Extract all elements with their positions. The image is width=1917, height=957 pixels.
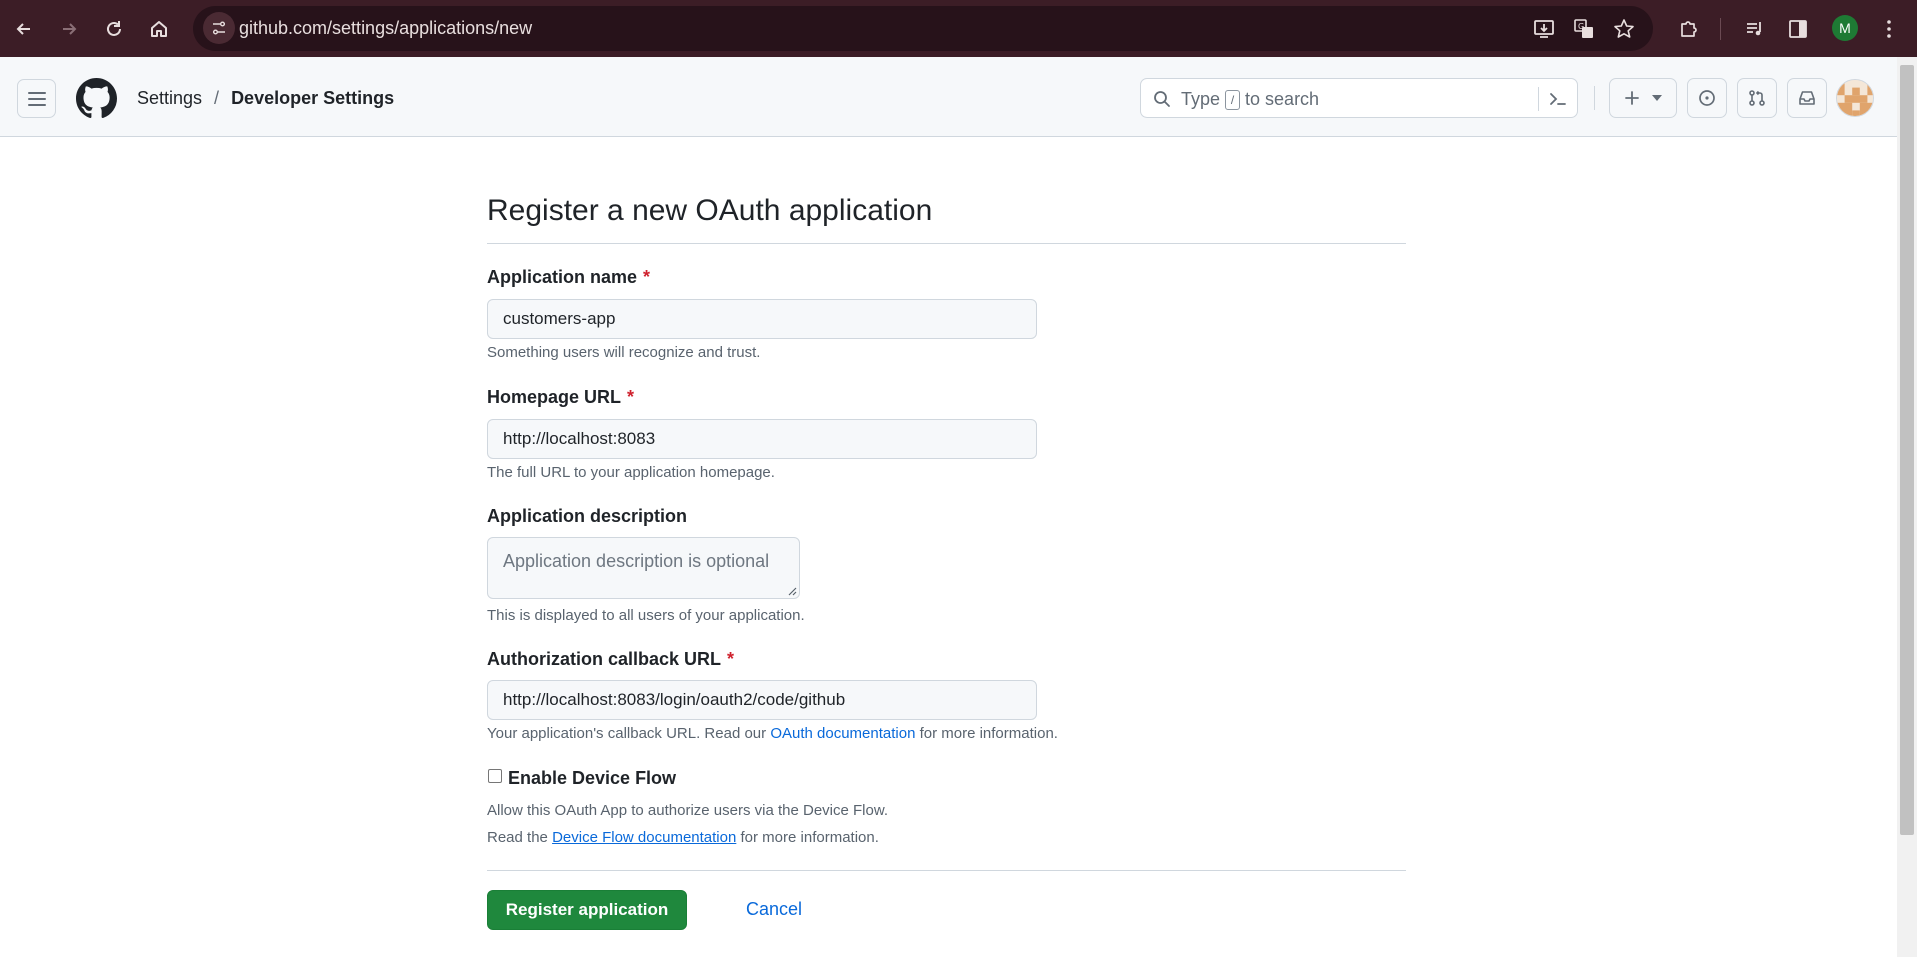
homepage-label: Homepage URL * bbox=[487, 387, 634, 408]
callback-label: Authorization callback URL * bbox=[487, 649, 734, 670]
required-mark: * bbox=[643, 267, 651, 287]
site-info-button[interactable] bbox=[203, 12, 235, 44]
device-flow-note-prefix: Read the bbox=[487, 829, 548, 846]
hamburger-icon bbox=[27, 91, 46, 106]
more-vertical-icon bbox=[1887, 20, 1891, 38]
terminal-icon bbox=[1550, 93, 1566, 105]
app-name-label-text: Application name bbox=[487, 267, 638, 287]
plus-icon bbox=[1625, 91, 1639, 105]
triangle-down-icon bbox=[1652, 95, 1662, 101]
callback-note: Your application's callback URL. Read ou… bbox=[487, 725, 1058, 742]
translate-button[interactable]: G bbox=[1567, 12, 1601, 46]
browser-toolbar: github.com/settings/applications/new G M bbox=[0, 0, 1917, 57]
tune-icon bbox=[213, 21, 225, 35]
description-label: Application description bbox=[487, 506, 688, 526]
back-button[interactable] bbox=[7, 12, 41, 46]
home-icon bbox=[151, 21, 167, 37]
address-bar[interactable]: github.com/settings/applications/new bbox=[193, 6, 1653, 51]
breadcrumb-settings[interactable]: Settings bbox=[137, 88, 202, 109]
required-mark: * bbox=[727, 649, 735, 669]
arrow-left-icon bbox=[16, 23, 30, 35]
bookmark-button[interactable] bbox=[1607, 12, 1641, 46]
search-divider bbox=[1538, 87, 1539, 111]
callback-url-input[interactable]: http://localhost:8083/login/oauth2/code/… bbox=[487, 680, 1037, 720]
url-text[interactable]: github.com/settings/applications/new bbox=[239, 18, 532, 39]
install-icon bbox=[1534, 20, 1554, 38]
search-shortcut-key: / bbox=[1225, 89, 1241, 110]
github-mark-icon bbox=[76, 78, 117, 118]
device-flow-note: Allow this OAuth App to authorize users … bbox=[487, 802, 889, 819]
identicon-icon bbox=[1837, 80, 1873, 116]
description-note: This is displayed to all users of your a… bbox=[487, 607, 805, 624]
device-flow-note-suffix: for more information. bbox=[740, 829, 879, 846]
github-header: Settings / Developer Settings Type / to … bbox=[0, 57, 1897, 137]
browser-menu-button[interactable] bbox=[1872, 12, 1906, 46]
resize-grip-icon[interactable] bbox=[787, 586, 797, 596]
title-divider bbox=[487, 243, 1406, 244]
queue-music-icon bbox=[1747, 22, 1761, 36]
search-suffix: to search bbox=[1245, 89, 1320, 109]
svg-text:G: G bbox=[1578, 22, 1584, 31]
puzzle-icon bbox=[1681, 21, 1697, 37]
homepage-label-text: Homepage URL bbox=[487, 387, 622, 407]
side-panel-button[interactable] bbox=[1781, 12, 1815, 46]
oauth-documentation-link[interactable]: OAuth documentation bbox=[770, 725, 915, 742]
inbox-icon bbox=[1799, 91, 1815, 105]
toolbar-divider bbox=[1720, 18, 1721, 40]
homepage-note: The full URL to your application homepag… bbox=[487, 464, 775, 481]
command-palette-button[interactable] bbox=[1547, 88, 1569, 110]
reload-button[interactable] bbox=[97, 12, 131, 46]
scrollbar-thumb[interactable] bbox=[1900, 65, 1914, 835]
extensions-button[interactable] bbox=[1672, 12, 1706, 46]
github-logo[interactable] bbox=[76, 78, 117, 119]
form-divider bbox=[487, 870, 1406, 871]
page-title: Register a new OAuth application bbox=[487, 194, 933, 227]
create-new-button[interactable] bbox=[1609, 78, 1677, 118]
user-avatar[interactable] bbox=[1836, 79, 1874, 117]
app-name-note: Something users will recognize and trust… bbox=[487, 344, 761, 361]
callback-label-text: Authorization callback URL bbox=[487, 649, 722, 669]
reload-icon bbox=[107, 21, 121, 36]
star-icon bbox=[1614, 19, 1634, 38]
app-name-input[interactable]: customers-app bbox=[487, 299, 1037, 339]
search-placeholder: Type / to search bbox=[1181, 89, 1319, 110]
home-button[interactable] bbox=[142, 12, 176, 46]
pull-requests-button[interactable] bbox=[1737, 78, 1777, 118]
cancel-link[interactable]: Cancel bbox=[746, 899, 802, 920]
inbox-button[interactable] bbox=[1787, 78, 1827, 118]
media-button[interactable] bbox=[1738, 12, 1772, 46]
homepage-url-input[interactable]: http://localhost:8083 bbox=[487, 419, 1037, 459]
menu-button[interactable] bbox=[17, 79, 56, 118]
page-scrollbar[interactable] bbox=[1897, 57, 1917, 957]
description-textarea[interactable]: Application description is optional bbox=[487, 537, 800, 599]
breadcrumb: Settings / Developer Settings bbox=[137, 88, 394, 109]
callback-note-text: Your application's callback URL. Read ou… bbox=[487, 725, 767, 742]
breadcrumb-developer-settings[interactable]: Developer Settings bbox=[231, 88, 394, 109]
required-mark: * bbox=[627, 387, 635, 407]
header-divider bbox=[1594, 86, 1595, 110]
profile-avatar[interactable]: M bbox=[1832, 15, 1858, 41]
git-pull-request-icon bbox=[1749, 90, 1765, 106]
device-flow-checkbox[interactable] bbox=[488, 769, 502, 783]
issues-button[interactable] bbox=[1687, 78, 1727, 118]
install-app-button[interactable] bbox=[1527, 12, 1561, 46]
description-placeholder: Application description is optional bbox=[503, 551, 770, 571]
search-input[interactable]: Type / to search bbox=[1140, 78, 1578, 118]
device-flow-documentation-link[interactable]: Device Flow documentation bbox=[552, 829, 736, 846]
issue-opened-icon bbox=[1699, 90, 1715, 106]
arrow-right-icon bbox=[63, 23, 77, 35]
breadcrumb-separator: / bbox=[214, 88, 220, 108]
search-prefix: Type bbox=[1181, 89, 1221, 109]
side-panel-icon bbox=[1789, 20, 1807, 38]
search-icon bbox=[1154, 91, 1170, 107]
callback-note-suffix: for more information. bbox=[919, 725, 1058, 742]
device-flow-doc-note: Read the Device Flow documentation for m… bbox=[487, 829, 879, 846]
forward-button[interactable] bbox=[52, 12, 86, 46]
app-name-label: Application name * bbox=[487, 267, 650, 288]
register-application-button[interactable]: Register application bbox=[487, 890, 687, 930]
device-flow-label[interactable]: Enable Device Flow bbox=[508, 768, 676, 789]
translate-icon: G bbox=[1574, 19, 1593, 38]
